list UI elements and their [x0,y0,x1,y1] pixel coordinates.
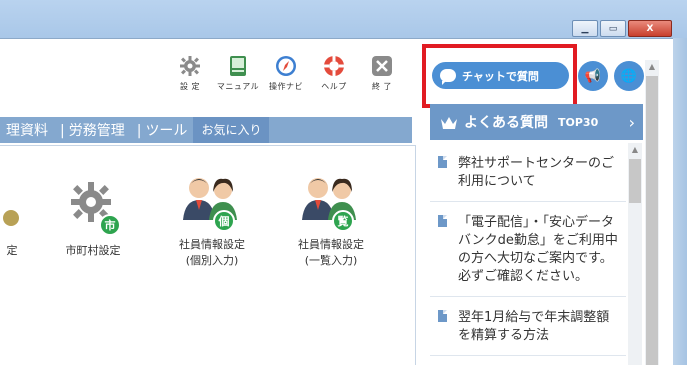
toolbar: 設 定 マニュアル 操作ナビ ヘルプ 終 了 [166,55,406,92]
faq-item[interactable]: 翌年1月給与で年末調整額を精算する方法 [430,297,626,356]
employee-info-sublabel-1: (個別入力) [185,254,239,267]
settings-label: 設 定 [179,82,201,91]
compass-icon [275,55,297,77]
faq-item[interactable]: 「電子配信」・「安心データバンクde勤怠」をご利用中の方へ大切なご案内です。必ず… [430,202,626,297]
navi-label: 操作ナビ [269,82,303,91]
municipality-badge: 市 [99,214,121,236]
minimize-icon: ▁ [581,23,589,34]
window-controls: ▁ ▭ X [572,20,672,37]
faq-top30: TOP30 [558,115,599,129]
gear-icon [179,55,201,77]
tab-labor-management[interactable]: 労務管理 [54,120,131,140]
gear-icon: 市 [65,180,121,236]
faq-title: よくある質問 [464,115,548,131]
crown-icon [440,115,458,129]
settings-button[interactable]: 設 定 [166,55,214,92]
settings-item-partial[interactable]: 定 [0,180,26,258]
tab-favorites[interactable]: お気に入り [193,117,270,143]
scroll-up-icon[interactable]: ▲ [645,60,659,74]
help-label: ヘルプ [321,82,347,91]
close-window-button[interactable]: X [628,20,672,37]
employee-info-list-item[interactable]: 覧 社員情報設定 (一覧入力) [281,174,381,268]
faq-item[interactable]: 弊社サポートセンターのご利用について [430,143,626,202]
manual-label: マニュアル [216,82,260,91]
scroll-up-icon[interactable]: ▲ [628,143,642,157]
document-icon [438,310,447,322]
close-icon [371,55,393,77]
globe-button[interactable]: 🌐 [614,61,644,91]
municipality-label: 市町村設定 [65,244,121,257]
faq-scroll-thumb[interactable] [629,159,641,203]
exit-label: 終 了 [371,82,393,91]
faq-item-text: 翌年1月給与で年末調整額を精算する方法 [458,310,610,343]
chevron-right-icon: › [628,112,635,132]
announcement-button[interactable]: 📢 [578,61,608,91]
faq-list: 弊社サポートセンターのご利用について 「電子配信」・「安心データバンクde勤怠」… [430,143,626,365]
main-panel: 定 市 市町村設定 個 社員情報設定 (個別入力) 覧 社員情報設定 (一覧入力… [0,145,416,365]
item-label: 定 [6,244,18,257]
individual-badge: 個 [213,210,235,232]
document-icon [438,156,447,168]
lifebuoy-icon [323,55,345,77]
close-icon: X [646,23,654,34]
navi-button[interactable]: 操作ナビ [262,55,310,92]
faq-item-text: 弊社サポートセンターのご利用について [458,156,615,189]
document-icon [438,215,447,227]
employees-icon: 覧 [300,174,362,232]
employee-info-individual-item[interactable]: 個 社員情報設定 (個別入力) [162,174,262,268]
employee-info-sublabel-2: (一覧入力) [304,254,358,267]
maximize-button[interactable]: ▭ [600,20,626,37]
employee-info-label-1: 社員情報設定 [179,238,245,251]
faq-item-text: 「電子配信」・「安心データバンクde勤怠」をご利用中の方へ大切なご案内です。必ず… [458,215,618,284]
tab-tools[interactable]: ツール [131,120,194,140]
outer-scroll-thumb[interactable] [646,76,658,365]
partial-icon [0,180,21,236]
manual-button[interactable]: マニュアル [214,55,262,92]
tab-accounting-docs[interactable]: 理資料 [0,120,54,140]
chat-highlight-frame [422,44,577,108]
municipality-settings-item[interactable]: 市 市町村設定 [58,180,128,258]
minimize-button[interactable]: ▁ [572,20,598,37]
menu-tabs: 理資料 労務管理 ツール お気に入り [0,117,412,143]
exit-button[interactable]: 終 了 [358,55,406,92]
faq-header[interactable]: よくある質問 TOP30 › [430,104,643,140]
employees-icon: 個 [181,174,243,232]
outer-scrollbar[interactable]: ▲ [645,60,659,365]
globe-icon: 🌐 [620,68,638,84]
faq-scrollbar[interactable]: ▲ [628,143,642,365]
manual-book-icon [227,55,249,77]
megaphone-icon: 📢 [584,68,602,84]
list-badge: 覧 [332,210,354,232]
maximize-icon: ▭ [608,23,618,34]
window-frame-right [673,38,687,365]
employee-info-label-2: 社員情報設定 [298,238,364,251]
help-button[interactable]: ヘルプ [310,55,358,92]
